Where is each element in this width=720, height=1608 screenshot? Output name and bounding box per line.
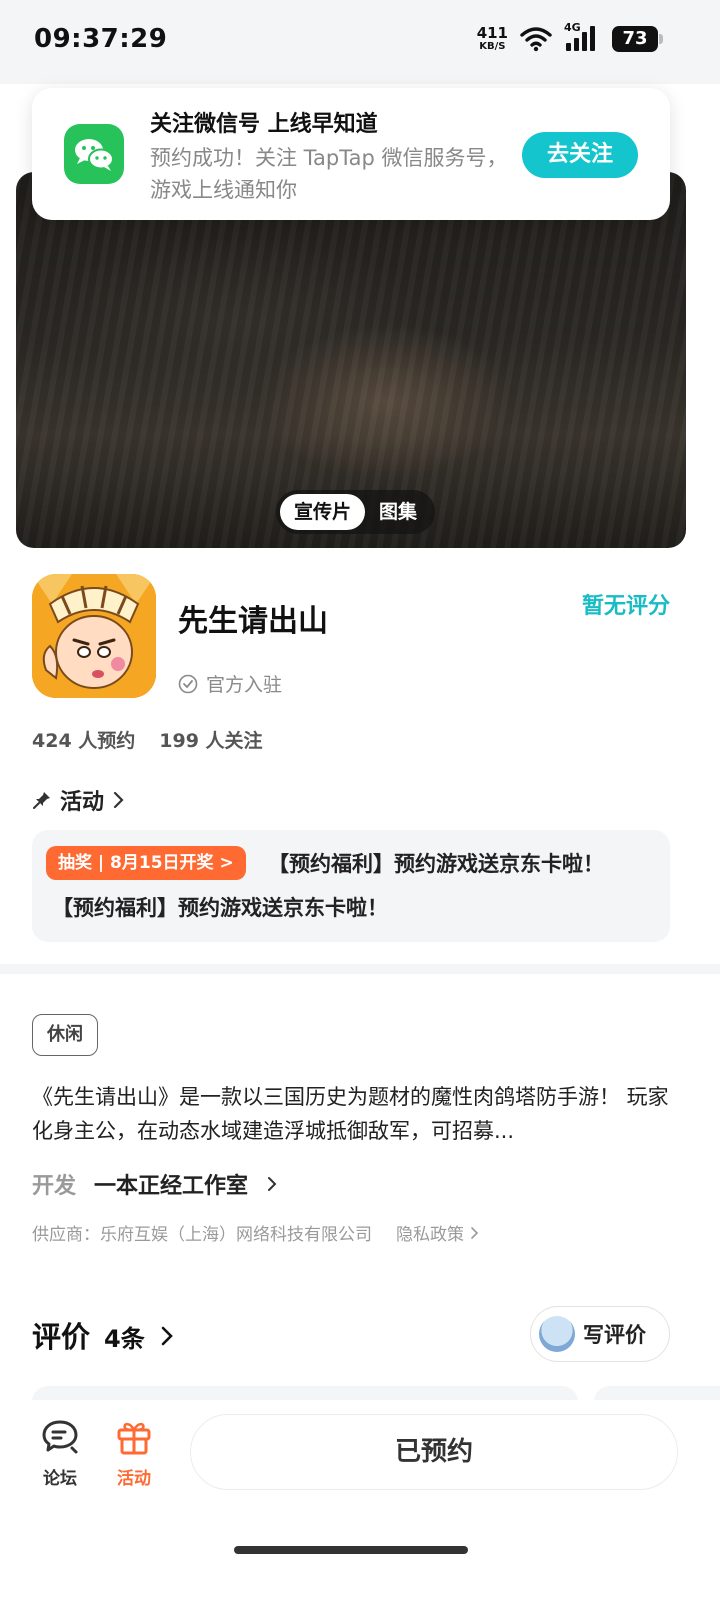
wechat-icon: [64, 124, 124, 184]
tab-gallery[interactable]: 图集: [365, 494, 431, 530]
tab-promo-video[interactable]: 宣传片: [280, 494, 366, 530]
bottom-action-bar: 论坛 活动 已预约: [0, 1400, 720, 1608]
game-detail-screen: 09:37:29 411 KB/S 4G 73 宣传片 图集 关注微信号 上线早…: [0, 0, 720, 1608]
avatar: [539, 1316, 575, 1352]
chevron-right-icon: [471, 1226, 479, 1239]
banner-title: 关注微信号 上线早知道: [150, 112, 378, 137]
nav-activity-label: 活动: [117, 1469, 151, 1489]
status-bar: 09:37:29 411 KB/S 4G 73: [0, 0, 720, 84]
reserved-button[interactable]: 已预约: [190, 1414, 678, 1490]
follow-wechat-button[interactable]: 去关注: [522, 132, 638, 178]
lottery-badge: 抽奖 | 8月15日开奖 >: [46, 846, 246, 880]
game-title: 先生请出山: [178, 604, 328, 639]
battery-indicator: 73: [612, 26, 663, 52]
signal-icon: [566, 26, 595, 51]
banner-description: 预约成功！关注 TapTap 微信服务号，游戏上线通知你: [150, 146, 508, 202]
reviews-count: 4条: [104, 1325, 145, 1353]
nav-forum-label: 论坛: [43, 1469, 77, 1489]
verified-check-icon: [178, 674, 198, 693]
reviews-title: 评价: [32, 1320, 91, 1354]
activity-title: 【预约福利】预约游戏送京东卡啦！: [268, 852, 604, 876]
activity-header-label: 活动: [60, 790, 105, 815]
supplier-info: 供应商：乐府互娱（上海）网络科技有限公司: [32, 1225, 372, 1245]
privacy-policy-link[interactable]: 隐私政策: [396, 1220, 480, 1245]
net-speed-value: 411: [476, 24, 508, 42]
activity-subtitle: 【预约福利】预约游戏送京东卡啦！: [52, 896, 388, 920]
supplier-row: 供应商：乐府互娱（上海）网络科技有限公司 隐私政策: [32, 1220, 480, 1245]
cellular-signal: 4G: [564, 21, 600, 53]
genre-tag[interactable]: 休闲: [32, 1014, 98, 1056]
net-speed-unit: KB/S: [479, 41, 506, 52]
home-indicator[interactable]: [234, 1546, 468, 1554]
developer-label: 开发: [32, 1174, 77, 1199]
status-icons: 411 KB/S 4G 73: [477, 21, 663, 54]
developer-row[interactable]: 开发 一本正经工作室: [32, 1168, 278, 1200]
nav-forum[interactable]: 论坛: [30, 1418, 90, 1489]
wechat-follow-banner[interactable]: 关注微信号 上线早知道 预约成功！关注 TapTap 微信服务号，游戏上线通知你…: [32, 88, 670, 220]
game-icon: [32, 574, 156, 698]
activity-section-header[interactable]: 活动: [32, 784, 126, 816]
wifi-icon: [520, 27, 552, 52]
status-time: 09:37:29: [34, 24, 168, 54]
gift-icon: [117, 1422, 151, 1455]
follower-count: 199 人关注: [159, 730, 263, 752]
chevron-right-icon: [161, 1326, 173, 1346]
game-stats: 424 人预约 199 人关注: [32, 726, 263, 753]
nav-activity[interactable]: 活动: [104, 1418, 164, 1489]
pin-icon: [33, 792, 50, 809]
media-toggle: 宣传片 图集: [276, 490, 436, 534]
rating-status[interactable]: 暂无评分: [582, 588, 670, 620]
promo-video[interactable]: 宣传片 图集: [16, 172, 686, 548]
write-review-button[interactable]: 写评价: [530, 1306, 670, 1362]
chevron-right-icon: [113, 791, 124, 809]
reservation-count: 424 人预约: [32, 730, 136, 752]
official-label: 官方入驻: [206, 674, 283, 696]
net-speed: 411 KB/S: [477, 26, 508, 52]
chevron-right-icon: [268, 1177, 277, 1191]
privacy-policy-label: 隐私政策: [396, 1225, 464, 1245]
forum-icon: [42, 1420, 78, 1454]
game-description[interactable]: 《先生请出山》是一款以三国历史为题材的魔性肉鸽塔防手游！ 玩家化身主公，在动态水…: [32, 1080, 682, 1148]
official-badge: 官方入驻: [178, 670, 282, 697]
developer-name: 一本正经工作室: [94, 1174, 249, 1199]
write-review-label: 写评价: [583, 1323, 646, 1347]
reviews-header[interactable]: 评价 4条: [32, 1314, 175, 1356]
section-divider: [0, 964, 720, 974]
activity-card[interactable]: 抽奖 | 8月15日开奖 > 【预约福利】预约游戏送京东卡啦！ 【预约福利】预约…: [32, 830, 670, 942]
